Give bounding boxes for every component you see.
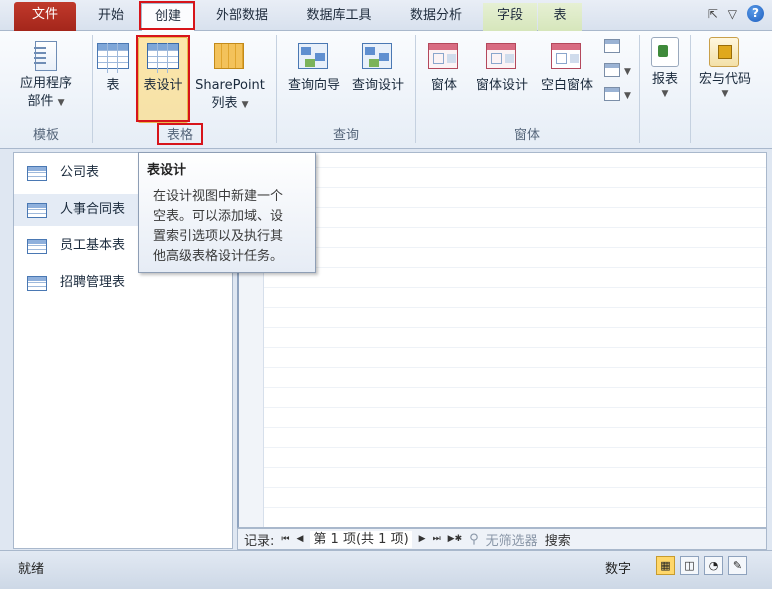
new-record-icon[interactable]: ▶✱ [448,534,462,544]
group-label-templates: 模板 [32,128,59,143]
table-icon [27,166,47,181]
status-bar: 就绪 数字 ▦ ◫ ◔ ✎ [0,550,772,589]
query-wizard-button[interactable]: 查询向导 [282,41,346,95]
table-design-label: 表设计 [143,78,183,93]
report-icon [649,37,681,67]
sharepoint-list-button[interactable]: SharePoint 列表 ▼ [190,41,270,113]
group-label-forms: 窗体 [513,128,540,143]
macros-code-label: 宏与代码 [698,72,751,87]
design-view-icon[interactable]: ✎ [728,556,747,575]
previous-record-icon[interactable]: ◀ [297,534,304,544]
navigation-form-icon[interactable] [604,63,620,77]
sharepoint-icon [214,43,246,73]
chevron-down-icon: ▼ [241,100,249,110]
num-lock-indicator: 数字 [605,562,632,577]
form-design-icon [486,43,518,73]
datasheet-view-icon[interactable]: ▦ [656,556,675,575]
tab-external-data[interactable]: 外部数据 [199,3,285,31]
query-design-label: 查询设计 [351,78,404,93]
form-design-label: 窗体设计 [475,78,528,93]
tooltip-line: 在设计视图中新建一个 [153,189,284,204]
status-text: 就绪 [18,562,45,577]
form-icon [428,43,460,73]
form-design-button[interactable]: 窗体设计 [470,41,534,95]
macro-icon [709,37,741,67]
form-button[interactable]: 窗体 [422,41,466,95]
nav-item-label: 公司表 [60,165,100,180]
blank-form-label: 空白窗体 [540,78,593,93]
chevron-down-icon[interactable]: ▼ [624,91,631,101]
help-icon[interactable]: ? [747,5,764,22]
tab-table[interactable]: 表 [538,3,582,31]
filter-status[interactable]: 无筛选器 [486,530,538,549]
first-record-icon[interactable]: ⏮ [281,534,289,544]
tab-home[interactable]: 开始 [82,3,140,31]
pivot-chart-view-icon[interactable]: ◔ [704,556,723,575]
chevron-down-icon[interactable]: ▼ [624,67,631,77]
datasheet-area[interactable] [237,152,767,528]
group-label-queries: 查询 [332,128,359,143]
group-separator [690,35,691,143]
pivot-table-view-icon[interactable]: ◫ [680,556,699,575]
tab-database-tools[interactable]: 数据库工具 [289,3,389,31]
sharepoint-label-2: 列表 [211,96,238,111]
record-position-field[interactable]: 第 1 项(共 1 项) [310,530,412,548]
tooltip-title: 表设计 [147,163,187,178]
table-design-icon [147,43,179,73]
app-parts-label-2: 部件 [27,94,54,109]
form-button-label: 窗体 [430,78,457,93]
tab-fields[interactable]: 字段 [483,3,537,31]
blank-form-button[interactable]: 空白窗体 [536,41,598,95]
app-parts-label-1: 应用程序 [19,76,72,91]
macros-code-button[interactable]: 宏与代码 ▼ [692,37,758,99]
ribbon-tab-bar: 文件 开始 创建 外部数据 数据库工具 数据分析 字段 表 ⇱ ▽ ? [0,0,772,32]
record-navigation-bar: 记录: ⏮ ◀ 第 1 项(共 1 项) ▶ ⏭ ▶✱ ⚲ 无筛选器 搜索 [237,528,767,550]
chevron-down-icon: ▼ [721,89,729,99]
tab-create[interactable]: 创建 [141,3,195,32]
table-icon [97,43,129,73]
form-wizard-icon[interactable] [604,39,620,53]
ribbon: 应用程序 部件 ▼ 模板 表 表设计 SharePoint 列表 ▼ 表格 查询… [0,31,772,149]
search-field[interactable]: 搜索 [545,530,571,549]
more-forms-icon[interactable] [604,87,620,101]
query-wizard-icon [298,43,330,73]
reports-label: 报表 [651,72,678,87]
group-separator [639,35,640,143]
nav-item-label: 员工基本表 [60,238,126,253]
next-record-icon[interactable]: ▶ [419,534,426,544]
tab-data-analysis[interactable]: 数据分析 [393,3,479,31]
nav-item-label: 人事合同表 [60,202,126,217]
tooltip-line: 空表。可以添加域、设 [153,209,284,224]
group-label-tables: 表格 [166,128,193,143]
tooltip-line: 他高级表格设计任务。 [153,249,284,264]
table-button-label: 表 [106,78,120,93]
app-parts-icon [30,41,62,71]
record-label: 记录: [244,533,275,549]
table-design-button[interactable]: 表设计 [138,41,188,95]
nav-item-label: 招聘管理表 [60,275,126,290]
table-icon [27,276,47,291]
table-icon [27,203,47,218]
minimize-ribbon-icon[interactable]: ⇱ [708,7,718,21]
tooltip-line: 置索引选项以及执行其 [153,229,284,244]
group-separator [92,35,93,143]
table-icon [27,239,47,254]
query-wizard-label: 查询向导 [287,78,340,93]
query-design-button[interactable]: 查询设计 [346,41,410,95]
blank-form-icon [551,43,583,73]
window-controls: ⇱ ▽ ? [708,5,764,22]
table-button[interactable]: 表 [94,41,132,95]
table-design-tooltip: 表设计 在设计视图中新建一个 空表。可以添加域、设 置索引选项以及执行其 他高级… [138,152,316,273]
app-parts-button[interactable]: 应用程序 部件 ▼ [12,41,80,111]
tooltip-body: 在设计视图中新建一个 空表。可以添加域、设 置索引选项以及执行其 他高级表格设计… [147,187,307,267]
tab-file[interactable]: 文件 [14,2,76,31]
chevron-down-icon: ▼ [661,89,669,99]
query-design-icon [362,43,394,73]
chevron-down-icon: ▼ [57,98,65,108]
sharepoint-label-1: SharePoint [195,78,265,93]
reports-button[interactable]: 报表 ▼ [644,37,686,99]
filter-icon: ⚲ [469,531,479,547]
last-record-icon[interactable]: ⏭ [433,534,441,544]
collapse-ribbon-icon[interactable]: ▽ [728,7,737,21]
